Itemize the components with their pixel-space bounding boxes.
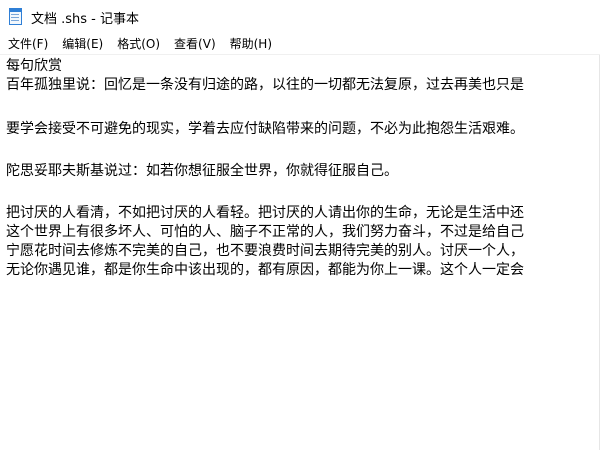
text-line: 每句欣赏 xyxy=(6,58,62,74)
menu-file[interactable]: 文件(F) xyxy=(0,34,55,54)
title-bar[interactable]: 文档 .shs - 记事本 xyxy=(0,0,600,34)
menu-help[interactable]: 帮助(H) xyxy=(223,34,279,54)
window-title: 文档 .shs - 记事本 xyxy=(31,11,140,27)
menu-view[interactable]: 查看(V) xyxy=(167,34,223,54)
text-editor-area[interactable]: 每句欣赏 百年孤独里说：回忆是一条没有归途的路，以往的一切都无法复原，过去再美也… xyxy=(0,55,600,450)
text-line: 把讨厌的人看清，不如把讨厌的人看轻。把讨厌的人请出你的生命，无论是生活中还 xyxy=(6,205,524,221)
text-line: 宁愿花时间去修炼不完美的自己，也不要浪费时间去期待完美的别人。讨厌一个人， xyxy=(6,243,524,259)
menu-edit[interactable]: 编辑(E) xyxy=(55,34,110,54)
text-line: 百年孤独里说：回忆是一条没有归途的路，以往的一切都无法复原，过去再美也只是 xyxy=(6,77,524,93)
menu-format[interactable]: 格式(O) xyxy=(110,34,167,54)
notepad-window: 文档 .shs - 记事本 文件(F) 编辑(E) 格式(O) 查看(V) 帮助… xyxy=(0,0,600,450)
text-line: 陀思妥耶夫斯基说过：如若你想征服全世界，你就得征服自己。 xyxy=(6,163,398,179)
notepad-app-icon[interactable] xyxy=(8,8,24,26)
text-line: 要学会接受不可避免的现实，学着去应付缺陷带来的问题，不必为此抱怨生活艰难。 xyxy=(6,121,524,137)
menu-bar: 文件(F) 编辑(E) 格式(O) 查看(V) 帮助(H) xyxy=(0,34,600,55)
text-line: 这个世界上有很多坏人、可怕的人、脑子不正常的人，我们努力奋斗，不过是给自己 xyxy=(6,224,524,240)
text-line: 无论你遇见谁，都是你生命中该出现的，都有原因，都能为你上一课。这个人一定会 xyxy=(6,262,524,278)
